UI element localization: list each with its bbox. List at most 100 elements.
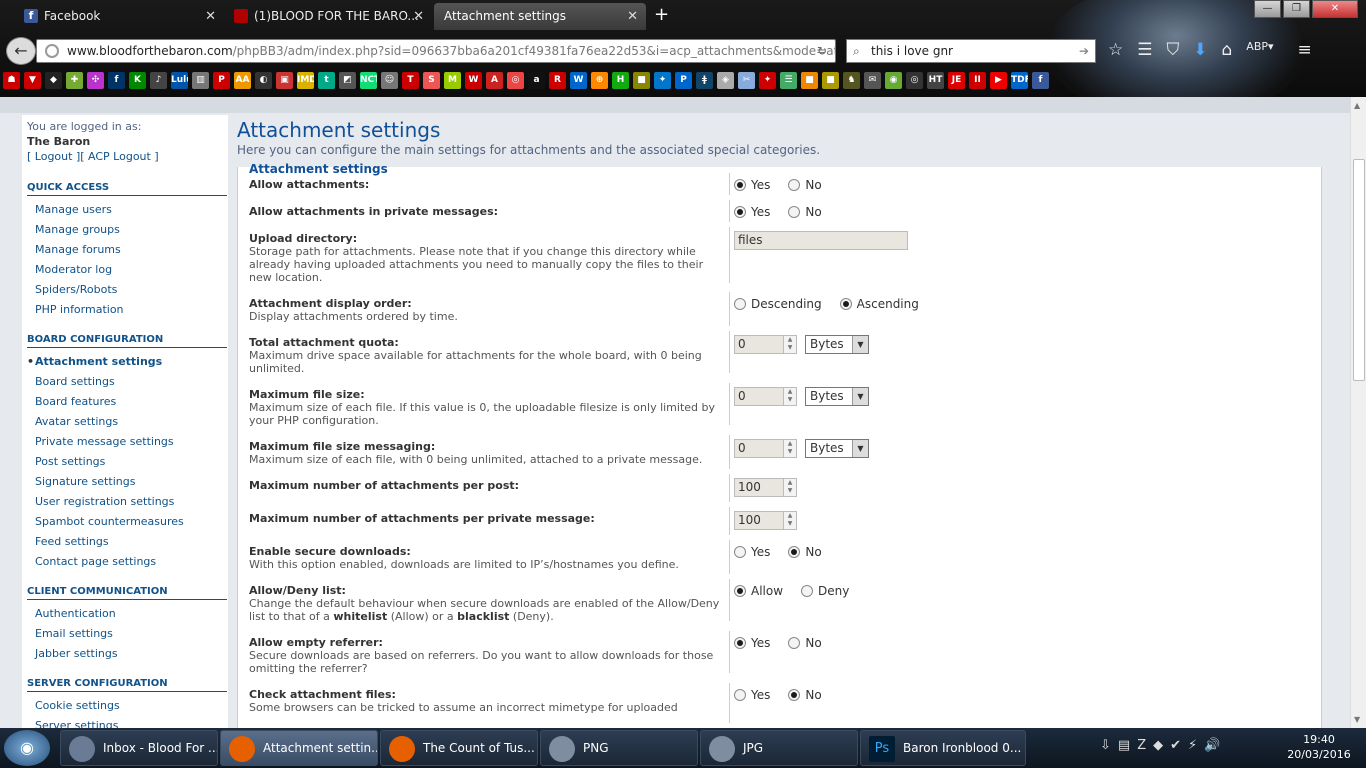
bookmark-icon[interactable]: ☺	[381, 72, 398, 89]
bookmark-icon[interactable]: IMDb	[297, 72, 314, 89]
bookmark-icon[interactable]: ♞	[843, 72, 860, 89]
bookmark-icon[interactable]: f	[108, 72, 125, 89]
menu-item-php-information[interactable]: PHP information	[22, 300, 228, 320]
minimize-icon[interactable]: —	[1254, 0, 1281, 18]
tray-icon[interactable]: ⇩	[1100, 738, 1111, 753]
restore-icon[interactable]: ❐	[1283, 0, 1310, 18]
close-tab-icon[interactable]: ✕	[627, 3, 638, 30]
chevron-down-icon[interactable]: ▼	[852, 336, 868, 353]
stepper-arrows-icon[interactable]: ▲ ▼	[784, 511, 797, 530]
bookmark-icon[interactable]: ■	[822, 72, 839, 89]
radio-button[interactable]	[734, 206, 746, 218]
menu-item-manage-groups[interactable]: Manage groups	[22, 220, 228, 240]
tray-icon[interactable]: ▤	[1118, 738, 1130, 753]
stepper-arrows-icon[interactable]: ▲ ▼	[784, 335, 797, 354]
tray-icon[interactable]: ⚡	[1188, 738, 1197, 753]
radio-deny[interactable]: Deny	[801, 583, 849, 599]
pocket-icon[interactable]: ⛉	[1167, 40, 1180, 60]
bookmark-icon[interactable]: ◈	[717, 72, 734, 89]
bookmark-icon[interactable]: a	[528, 72, 545, 89]
menu-item-moderator-log[interactable]: Moderator log	[22, 260, 228, 280]
bookmark-icon[interactable]: ☗	[3, 72, 20, 89]
scroll-up-icon[interactable]: ▲	[1354, 101, 1360, 110]
bookmark-icon[interactable]: ✚	[66, 72, 83, 89]
menu-item-board-features[interactable]: Board features	[22, 392, 228, 412]
radio-no[interactable]: No	[788, 544, 822, 560]
tray-icon[interactable]: ✔	[1170, 738, 1181, 753]
number-stepper[interactable]: 0 ▲ ▼	[734, 387, 797, 406]
new-tab-button[interactable]: +	[654, 6, 669, 24]
number-value[interactable]: 100	[734, 511, 784, 530]
radio-no[interactable]: No	[788, 177, 822, 193]
bookmark-icon[interactable]: HT	[927, 72, 944, 89]
close-window-icon[interactable]: ✕	[1312, 0, 1358, 18]
search-go-icon[interactable]: ➔	[1079, 40, 1089, 62]
bookmark-icon[interactable]: P	[675, 72, 692, 89]
home-icon[interactable]: ⌂	[1222, 40, 1233, 60]
radio-button[interactable]	[788, 206, 801, 218]
menu-item-manage-forums[interactable]: Manage forums	[22, 240, 228, 260]
adblock-icon[interactable]: ABP▾	[1246, 40, 1273, 60]
search-input[interactable]: ⌕ this i love gnr ➔	[846, 39, 1096, 63]
radio-no[interactable]: No	[788, 204, 822, 220]
radio-no[interactable]: No	[788, 687, 822, 703]
stepper-arrows-icon[interactable]: ▲ ▼	[784, 478, 797, 497]
bookmark-icon[interactable]: T	[402, 72, 419, 89]
radio-ascending[interactable]: Ascending	[839, 296, 919, 312]
menu-item-jabber-settings[interactable]: Jabber settings	[22, 644, 228, 664]
radio-yes[interactable]: Yes	[734, 544, 770, 560]
unit-select[interactable]: Bytes ▼	[805, 335, 869, 354]
bookmark-icon[interactable]: ◩	[339, 72, 356, 89]
bookmark-icon[interactable]: ✦	[654, 72, 671, 89]
menu-item-user-registration-settings[interactable]: User registration settings	[22, 492, 228, 512]
menu-item-spiders-robots[interactable]: Spiders/Robots	[22, 280, 228, 300]
reading-list-icon[interactable]: ☰	[1137, 40, 1152, 60]
bookmark-icon[interactable]: W	[465, 72, 482, 89]
menu-item-private-message-settings[interactable]: Private message settings	[22, 432, 228, 452]
bookmark-icon[interactable]: ǂ	[696, 72, 713, 89]
bookmark-icon[interactable]: ⊕	[591, 72, 608, 89]
bookmark-icon[interactable]: ✣	[87, 72, 104, 89]
bookmark-icon[interactable]: H	[612, 72, 629, 89]
radio-button[interactable]	[788, 179, 801, 191]
bookmark-icon[interactable]: f	[1032, 72, 1049, 89]
menu-item-board-settings[interactable]: Board settings	[22, 372, 228, 392]
bookmark-icon[interactable]: Lulu	[171, 72, 188, 89]
taskbar-item[interactable]: Ps Baron Ironblood 0...	[860, 730, 1026, 766]
taskbar-item[interactable]: Inbox - Blood For ...	[60, 730, 218, 766]
chevron-down-icon[interactable]: ▼	[852, 440, 868, 457]
radio-yes[interactable]: Yes	[734, 204, 770, 220]
bookmark-icon[interactable]: ◐	[255, 72, 272, 89]
stepper-arrows-icon[interactable]: ▲ ▼	[784, 387, 797, 406]
menu-item-spambot-countermeasures[interactable]: Spambot countermeasures	[22, 512, 228, 532]
tray-icon[interactable]: ◆	[1153, 738, 1163, 753]
bookmark-icon[interactable]: ▥	[192, 72, 209, 89]
radio-allow[interactable]: Allow	[734, 583, 783, 599]
tab-blood-for-the-baron[interactable]: (1)BLOOD FOR THE BARO... ✕	[226, 3, 432, 30]
bookmark-icon[interactable]: II	[969, 72, 986, 89]
radio-button[interactable]	[734, 689, 746, 701]
number-stepper[interactable]: 0 ▲ ▼	[734, 335, 797, 354]
bookmark-icon[interactable]: ✂	[738, 72, 755, 89]
menu-item-authentication[interactable]: Authentication	[22, 604, 228, 624]
number-value[interactable]: 0	[734, 335, 784, 354]
close-tab-icon[interactable]: ✕	[413, 3, 424, 30]
radio-button[interactable]	[734, 546, 746, 558]
logout-links[interactable]: [ Logout ][ ACP Logout ]	[27, 149, 223, 164]
radio-descending[interactable]: Descending	[734, 296, 822, 312]
tray-icon[interactable]: 🔊	[1204, 738, 1220, 753]
menu-item-post-settings[interactable]: Post settings	[22, 452, 228, 472]
bookmark-icon[interactable]: A	[486, 72, 503, 89]
number-stepper[interactable]: 100 ▲ ▼	[734, 478, 797, 497]
number-value[interactable]: 100	[734, 478, 784, 497]
stepper-arrows-icon[interactable]: ▲ ▼	[784, 439, 797, 458]
scroll-down-icon[interactable]: ▼	[1354, 715, 1360, 724]
bookmark-icon[interactable]: AA	[234, 72, 251, 89]
tab-facebook[interactable]: f Facebook ✕	[16, 3, 224, 30]
bookmark-icon[interactable]: ✉	[864, 72, 881, 89]
radio-button[interactable]	[801, 585, 814, 597]
menu-item-manage-users[interactable]: Manage users	[22, 200, 228, 220]
bookmark-icon[interactable]: R	[549, 72, 566, 89]
menu-item-signature-settings[interactable]: Signature settings	[22, 472, 228, 492]
tray-icon[interactable]: Z	[1137, 738, 1146, 753]
